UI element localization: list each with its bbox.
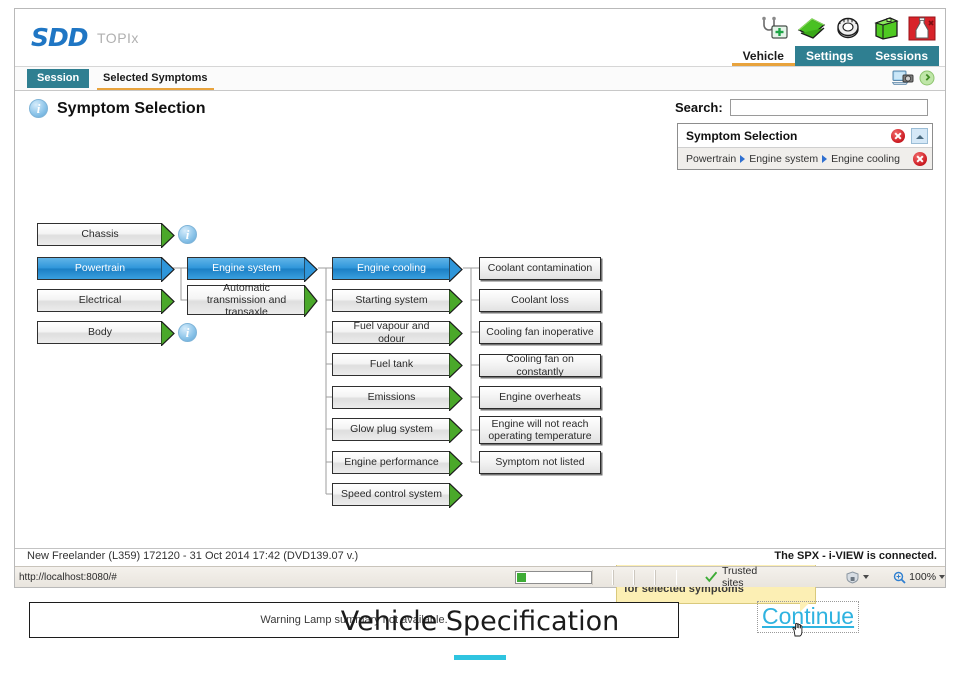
- tab-vehicle[interactable]: Vehicle: [731, 46, 795, 66]
- tree-node-fuel-vapour-and-odour[interactable]: Fuel vapour and odour: [332, 319, 463, 348]
- tree-node-engine-cooling[interactable]: Engine cooling: [332, 255, 463, 284]
- status-url-text: http://localhost:8080/#: [19, 571, 117, 583]
- caption-block: Vehicle Specification: [0, 606, 960, 660]
- tab-session[interactable]: Session: [27, 69, 90, 88]
- status-cell: [634, 569, 656, 585]
- tree-node-engine-overheats[interactable]: Engine overheats: [479, 386, 601, 409]
- arrow-tip: [448, 255, 463, 284]
- arrow-tip: [160, 287, 175, 316]
- breadcrumb-row: Powertrain Engine system Engine cooling: [678, 148, 932, 169]
- status-security-zone[interactable]: Trusted sites: [704, 565, 780, 589]
- caption-underline: [454, 655, 506, 660]
- chevron-down-icon: [863, 575, 870, 579]
- session-bar: Session Selected Symptoms: [15, 67, 945, 91]
- tree-node-electrical[interactable]: Electrical: [37, 287, 175, 316]
- tree-node-coolant-loss[interactable]: Coolant loss: [479, 289, 601, 312]
- arrow-tip: [448, 384, 463, 413]
- arrow-tip: [448, 481, 463, 510]
- caption-title: Vehicle Specification: [340, 606, 620, 637]
- symptom-selection-panel: Symptom Selection Powertrain Engine syst…: [677, 123, 933, 170]
- green-card-icon[interactable]: [796, 15, 826, 41]
- vehicle-info-text: New Freelander (L359) 172120 - 31 Oct 20…: [27, 550, 359, 562]
- arrow-tip: [448, 351, 463, 380]
- status-zoom-text: 100%: [909, 571, 937, 583]
- breadcrumb-separator-icon: [740, 154, 746, 163]
- breadcrumb-separator-icon: [822, 154, 828, 163]
- symptom-selection-panel-title: Symptom Selection: [686, 128, 798, 143]
- arrow-tip: [448, 449, 463, 478]
- tree-node-symptom-not-listed[interactable]: Symptom not listed: [479, 451, 601, 474]
- tyre-icon[interactable]: [833, 15, 863, 41]
- tree-node-engine-performance[interactable]: Engine performance: [332, 449, 463, 478]
- arrow-tip: [160, 221, 175, 250]
- tree-node-cooling-fan-inoperative[interactable]: Cooling fan inoperative: [479, 321, 601, 344]
- screenshot-icon[interactable]: [891, 68, 914, 93]
- sdd-logo: SDD: [31, 23, 89, 52]
- fuel-can-icon[interactable]: [870, 15, 900, 41]
- tree-node-powertrain[interactable]: Powertrain: [37, 255, 175, 284]
- status-cell: [655, 569, 677, 585]
- tree-node-chassis[interactable]: Chassis: [37, 221, 175, 250]
- zoom-icon: [893, 571, 906, 584]
- status-zoom-control[interactable]: 100%: [893, 571, 946, 584]
- info-icon-chassis[interactable]: [178, 225, 197, 244]
- status-cell: [591, 569, 613, 585]
- content-area: Symptom Selection: [15, 91, 945, 638]
- arrow-tip: [448, 319, 463, 348]
- status-progress-indicator: [514, 570, 592, 584]
- arrow-tip: [303, 283, 318, 319]
- clear-all-icon[interactable]: [891, 128, 905, 143]
- search-input[interactable]: [729, 99, 928, 116]
- header-icon-group: [759, 15, 937, 41]
- refresh-icon[interactable]: [919, 70, 935, 91]
- tree-node-starting-system[interactable]: Starting system: [332, 287, 463, 316]
- check-icon: [704, 571, 717, 583]
- arrow-tip: [303, 255, 318, 284]
- tree-node-body[interactable]: Body: [37, 319, 175, 348]
- breadcrumb-item-3[interactable]: Engine cooling: [831, 153, 900, 165]
- tree-node-glow-plug-system[interactable]: Glow plug system: [332, 416, 463, 445]
- tab-settings[interactable]: Settings: [794, 46, 865, 66]
- tab-sessions[interactable]: Sessions: [864, 46, 939, 66]
- breadcrumb-item-2[interactable]: Engine system: [749, 153, 818, 165]
- symptom-selection-panel-header: Symptom Selection: [678, 124, 932, 148]
- status-protected-mode[interactable]: [845, 570, 870, 584]
- remove-selection-icon[interactable]: [913, 151, 927, 166]
- tree-node-engine-will-not-reach-operating-temperature[interactable]: Engine will not reach operating temperat…: [479, 416, 601, 444]
- fluid-bottle-icon[interactable]: [907, 15, 937, 41]
- application-window: SDD TOPIx Vehicle Settings Sessions Sess…: [14, 8, 946, 638]
- tree-node-engine-system[interactable]: Engine system: [187, 255, 318, 284]
- session-bar-icon-group: [891, 68, 935, 93]
- search-label: Search:: [675, 100, 723, 115]
- arrow-tip: [448, 287, 463, 316]
- tree-node-fuel-tank[interactable]: Fuel tank: [332, 351, 463, 380]
- tree-node-speed-control-system[interactable]: Speed control system: [332, 481, 463, 510]
- footer-bar: New Freelander (L359) 172120 - 31 Oct 20…: [15, 548, 945, 565]
- arrow-tip: [160, 319, 175, 348]
- tree-node-emissions[interactable]: Emissions: [332, 384, 463, 413]
- breadcrumb-item-1[interactable]: Powertrain: [686, 153, 736, 165]
- symptom-tree: Chassis Powertrain Electrical Body: [15, 91, 665, 543]
- arrow-tip: [160, 255, 175, 284]
- tree-node-coolant-contamination[interactable]: Coolant contamination: [479, 257, 601, 280]
- tab-selected-symptoms[interactable]: Selected Symptoms: [97, 69, 214, 90]
- header-tab-group: Vehicle Settings Sessions: [731, 46, 939, 66]
- collapse-panel-icon[interactable]: [911, 127, 928, 144]
- chevron-down-icon: [939, 575, 946, 579]
- diagnostics-kit-icon[interactable]: [759, 15, 789, 41]
- tree-node-cooling-fan-on-constantly[interactable]: Cooling fan on constantly: [479, 353, 601, 378]
- info-icon-body[interactable]: [178, 323, 197, 342]
- breadcrumb: Powertrain Engine system Engine cooling: [686, 153, 913, 165]
- status-trusted-text: Trusted sites: [721, 565, 758, 589]
- search-row: Search:: [675, 99, 928, 116]
- connection-status-text: The SPX - i-VIEW is connected.: [774, 550, 937, 562]
- browser-status-bar: http://localhost:8080/# Trusted sites 10…: [15, 565, 946, 589]
- status-cell: [612, 569, 635, 585]
- shield-icon: [846, 570, 859, 584]
- tree-connector-lines: [173, 267, 479, 495]
- topix-label: TOPIx: [97, 30, 139, 46]
- tree-node-automatic-transmission-and-transaxle[interactable]: Automatic transmission and transaxle: [187, 282, 318, 319]
- app-header: SDD TOPIx Vehicle Settings Sessions: [15, 9, 945, 67]
- arrow-tip: [448, 416, 463, 445]
